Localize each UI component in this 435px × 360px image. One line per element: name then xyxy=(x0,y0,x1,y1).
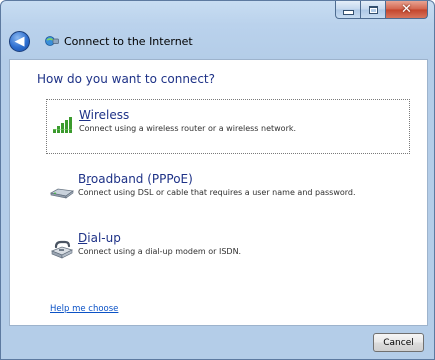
footer-bar: Cancel xyxy=(9,325,428,359)
maximize-icon xyxy=(368,5,378,14)
window-title: Connect to the Internet xyxy=(64,35,193,48)
option-wireless-title: Wireless xyxy=(79,108,130,122)
option-wireless[interactable]: Wireless Connect using a wireless router… xyxy=(46,99,410,154)
minimize-icon xyxy=(342,10,354,15)
maximize-button[interactable] xyxy=(361,1,386,19)
close-icon: ✕ xyxy=(401,2,412,17)
option-broadband-title: Broadband (PPPoE) xyxy=(78,172,193,186)
content-panel: How do you want to connect? Wireless Con… xyxy=(9,59,428,326)
caption-buttons: ✕ xyxy=(335,1,428,19)
wireless-signal-icon xyxy=(53,117,72,133)
cancel-button[interactable]: Cancel xyxy=(373,333,424,352)
help-me-choose-link[interactable]: Help me choose xyxy=(50,304,118,314)
option-dialup[interactable]: Dial-up Connect using a dial-up modem or… xyxy=(46,223,410,278)
broadband-modem-icon xyxy=(50,188,74,199)
network-globe-icon xyxy=(45,36,59,46)
option-dialup-title: Dial-up xyxy=(78,231,121,245)
option-broadband-description: Connect using DSL or cable that requires… xyxy=(78,188,356,197)
option-wireless-description: Connect using a wireless router or a wir… xyxy=(79,124,297,133)
dialup-modem-icon xyxy=(50,240,74,259)
minimize-button[interactable] xyxy=(335,1,361,19)
back-arrow-icon: ◀ xyxy=(14,33,25,49)
page-heading: How do you want to connect? xyxy=(37,72,215,86)
option-broadband[interactable]: Broadband (PPPoE) Connect using DSL or c… xyxy=(46,164,410,219)
close-button[interactable]: ✕ xyxy=(386,1,428,19)
option-dialup-description: Connect using a dial-up modem or ISDN. xyxy=(78,247,242,256)
back-button[interactable]: ◀ xyxy=(9,31,30,52)
dialog-window: ✕ ◀ Connect to the Internet How do you w… xyxy=(0,0,435,360)
